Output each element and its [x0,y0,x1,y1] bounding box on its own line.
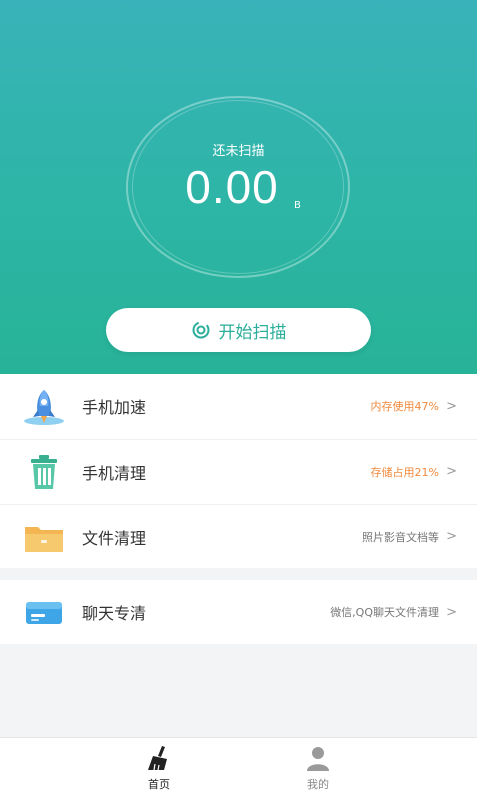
trash-icon [31,454,57,489]
list-item-chat-clean[interactable]: 聊天专清 微信,QQ聊天文件清理 > [0,580,477,644]
chevron-right-icon: > [446,464,457,479]
scan-icon [192,321,209,339]
folder-icon [25,526,63,552]
phone-clean-title: 手机清理 [82,463,147,483]
chevron-right-icon: > [446,398,457,414]
user-icon [307,747,329,771]
list-item-phone-clean[interactable]: 手机清理 存储占用21% > [0,439,477,503]
tab-home[interactable]: 首页 [119,738,199,797]
start-scan-label: 开始扫描 [218,322,287,343]
junk-size-unit: B [294,200,301,211]
chat-clean-desc: 微信,QQ聊天文件清理 [330,606,439,619]
tab-mine[interactable]: 我的 [278,738,358,797]
junk-size-value: 0.00 [185,161,279,213]
feature-list: 手机加速 内存使用47% > 手机清理 存储占用21% > 文件清理 照片影音文… [0,374,477,568]
chat-card-icon [26,602,62,624]
chat-clean-title: 聊天专清 [82,604,147,623]
tab-mine-label: 我的 [307,778,329,791]
file-clean-title: 文件清理 [82,528,147,548]
list-item-phone-boost[interactable]: 手机加速 内存使用47% > [0,374,477,438]
memory-usage-text: 内存使用47% [370,400,439,413]
chevron-right-icon: > [446,604,457,620]
bottom-tab-bar: 首页 我的 [0,737,477,797]
broom-icon [148,746,167,771]
rocket-icon [24,390,64,425]
chat-clean-section: 聊天专清 微信,QQ聊天文件清理 > [0,580,477,644]
chevron-right-icon: > [446,529,457,544]
scan-status-text: 还未扫描 [212,144,265,159]
hero-panel: 还未扫描 0.00 B 开始扫描 [0,0,477,374]
start-scan-button[interactable]: 开始扫描 [106,308,371,352]
phone-boost-title: 手机加速 [82,398,147,417]
list-item-file-clean[interactable]: 文件清理 照片影音文档等 > [0,504,477,568]
tab-home-label: 首页 [148,778,170,791]
storage-usage-text: 存储占用21% [370,465,439,479]
file-types-text: 照片影音文档等 [362,530,439,544]
